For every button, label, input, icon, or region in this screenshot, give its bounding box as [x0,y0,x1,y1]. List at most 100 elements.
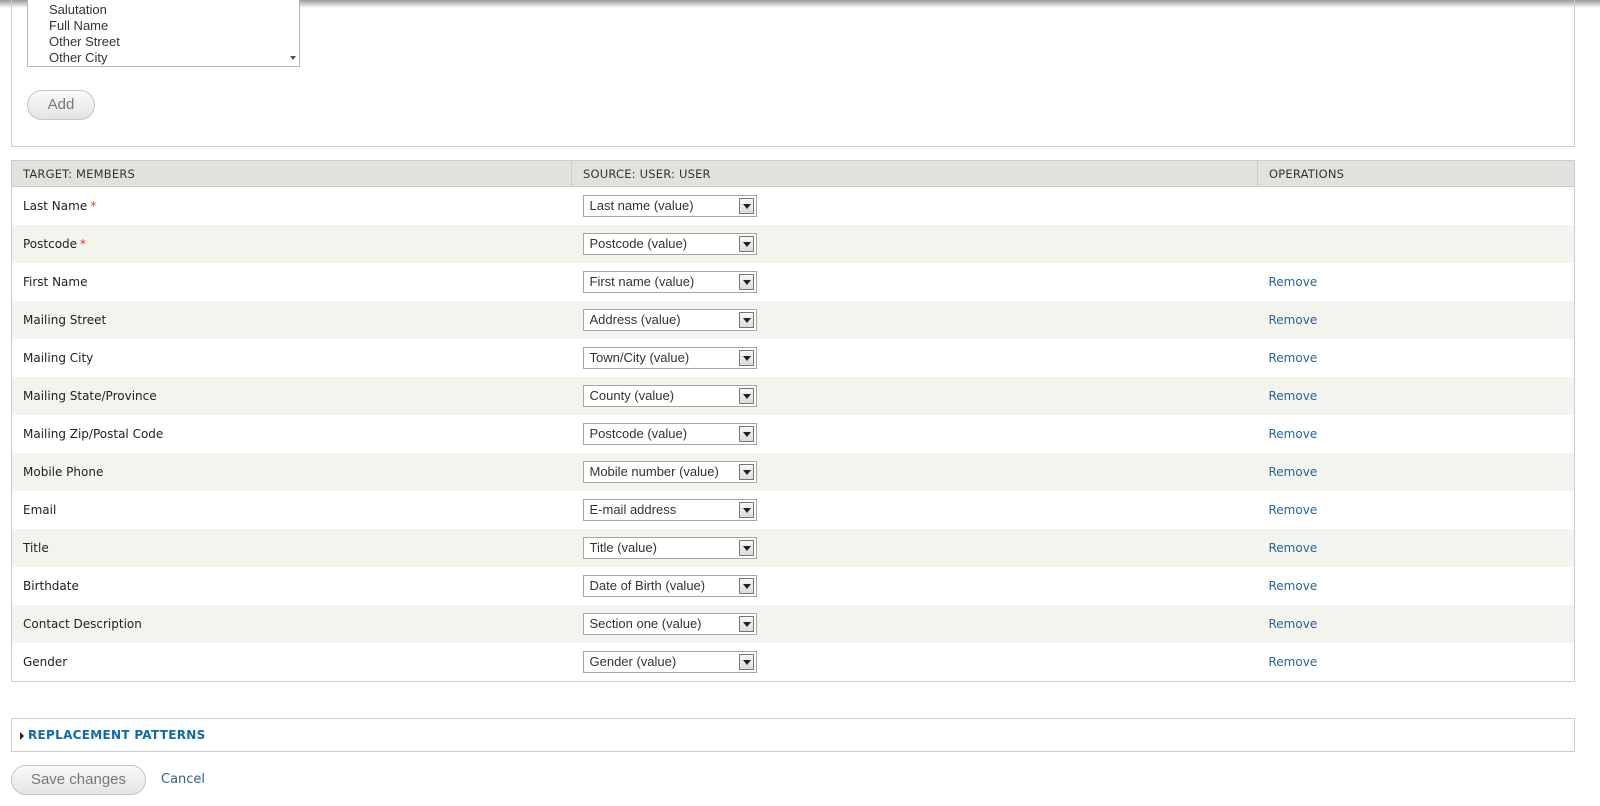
listbox-option[interactable]: Salutation [49,2,107,18]
cancel-link[interactable]: Cancel [161,772,205,787]
target-field-label: First Name [23,275,88,289]
source-select-value: Address (value) [589,312,681,327]
chevron-down-icon[interactable] [738,502,754,518]
save-changes-button[interactable]: Save changes [11,765,146,795]
listbox-option[interactable]: Other City [49,50,108,66]
source-select-value: Mobile number (value) [589,464,719,479]
source-cell: Date of Birth (value) [571,567,1258,605]
remove-link[interactable]: Remove [1269,389,1318,403]
table-row: Mailing Zip/Postal Code Postcode (value) R… [11,415,1575,453]
listbox-option[interactable]: Full Name [49,18,108,34]
source-select[interactable]: Last name (value) [582,195,757,217]
target-field-label: Gender [23,655,68,669]
table-row: First Name First name (value) Remove [11,263,1575,301]
table-row: Mailing City Town/City (value) Remove [11,339,1575,377]
remove-link[interactable]: Remove [1269,503,1318,517]
chevron-down-icon[interactable] [738,616,754,632]
operations-cell [1257,225,1575,263]
table-row: Gender Gender (value) Remove [11,643,1575,682]
remove-link[interactable]: Remove [1269,465,1318,479]
source-cell: Postcode (value) [571,225,1258,263]
target-cell: Email [11,491,572,529]
operations-cell: Remove [1257,567,1575,605]
field-mapping-table: TARGET: MEMBERS SOURCE: USER: USER OPERA… [11,160,1575,682]
table-row: Mailing Street Address (value) Remove [11,301,1575,339]
source-select-value: Postcode (value) [589,426,688,441]
source-select[interactable]: Title (value) [582,537,757,559]
chevron-down-icon[interactable] [738,578,754,594]
target-field-label: Email [23,503,57,517]
chevron-down-icon[interactable] [738,388,754,404]
target-cell: First Name [11,263,572,301]
replacement-patterns-fieldset[interactable]: REPLACEMENT PATTERNS [11,718,1575,752]
chevron-down-icon[interactable] [738,198,754,214]
column-header-target: TARGET: MEMBERS [11,160,572,187]
source-select[interactable]: Gender (value) [582,651,757,673]
source-cell: First name (value) [571,263,1258,301]
source-select-value: Gender (value) [589,654,677,669]
source-select-value: Postcode (value) [589,236,688,251]
table-row: Email E-mail address Remove [11,491,1575,529]
operations-cell: Remove [1257,643,1575,682]
target-cell: Mobile Phone [11,453,572,491]
source-select[interactable]: Address (value) [582,309,757,331]
source-select-value: First name (value) [589,274,695,289]
chevron-down-icon[interactable] [738,426,754,442]
target-cell: Mailing Street [11,301,572,339]
source-cell: E-mail address [571,491,1258,529]
chevron-down-icon[interactable] [738,654,754,670]
source-select[interactable]: First name (value) [582,271,757,293]
source-field-listbox[interactable]: Salutation Full Name Other Street Other … [27,0,300,67]
chevron-down-icon[interactable] [738,312,754,328]
target-field-label: Postcode [23,237,78,251]
remove-link[interactable]: Remove [1269,351,1318,365]
source-select[interactable]: Postcode (value) [582,233,757,255]
source-select[interactable]: Postcode (value) [582,423,757,445]
table-row: Mailing State/Province County (value) Remo… [11,377,1575,415]
target-cell: Gender [11,643,572,682]
remove-link[interactable]: Remove [1269,275,1318,289]
remove-link[interactable]: Remove [1269,579,1318,593]
scroll-down-icon[interactable] [290,56,296,60]
source-cell: Title (value) [571,529,1258,567]
column-header-source: SOURCE: USER: USER [571,160,1258,187]
target-cell: Postcode * [11,225,572,263]
source-cell: Postcode (value) [571,415,1258,453]
target-field-label: Mobile Phone [23,465,104,479]
source-select[interactable]: Section one (value) [582,613,757,635]
target-cell: Birthdate [11,567,572,605]
replacement-patterns-toggle[interactable]: REPLACEMENT PATTERNS [28,728,206,742]
source-cell: Town/City (value) [571,339,1258,377]
source-select-value: E-mail address [589,502,677,517]
source-select[interactable]: Date of Birth (value) [582,575,757,597]
source-select-value: Section one (value) [589,616,702,631]
operations-cell: Remove [1257,453,1575,491]
table-row: Mobile Phone Mobile number (value) Remove [11,453,1575,491]
listbox-option[interactable]: Other Street [49,34,120,50]
required-marker: * [90,199,97,213]
chevron-down-icon[interactable] [738,236,754,252]
source-select[interactable]: Town/City (value) [582,347,757,369]
chevron-down-icon[interactable] [738,540,754,556]
add-mapping-fieldset: Salutation Full Name Other Street Other … [11,0,1575,147]
source-select-value: Title (value) [589,540,657,555]
chevron-down-icon[interactable] [738,274,754,290]
remove-link[interactable]: Remove [1269,617,1318,631]
target-field-label: Title [23,541,49,555]
remove-link[interactable]: Remove [1269,655,1318,669]
source-select[interactable]: E-mail address [582,499,757,521]
operations-cell: Remove [1257,491,1575,529]
remove-link[interactable]: Remove [1269,313,1318,327]
add-button[interactable]: Add [27,90,95,120]
chevron-down-icon[interactable] [738,464,754,480]
collapsed-triangle-icon [20,732,24,740]
chevron-down-icon[interactable] [738,350,754,366]
source-cell: Section one (value) [571,605,1258,643]
source-select[interactable]: County (value) [582,385,757,407]
operations-cell: Remove [1257,415,1575,453]
table-row: Birthdate Date of Birth (value) Remove [11,567,1575,605]
remove-link[interactable]: Remove [1269,541,1318,555]
remove-link[interactable]: Remove [1269,427,1318,441]
target-cell: Contact Description [11,605,572,643]
source-select[interactable]: Mobile number (value) [582,461,757,483]
